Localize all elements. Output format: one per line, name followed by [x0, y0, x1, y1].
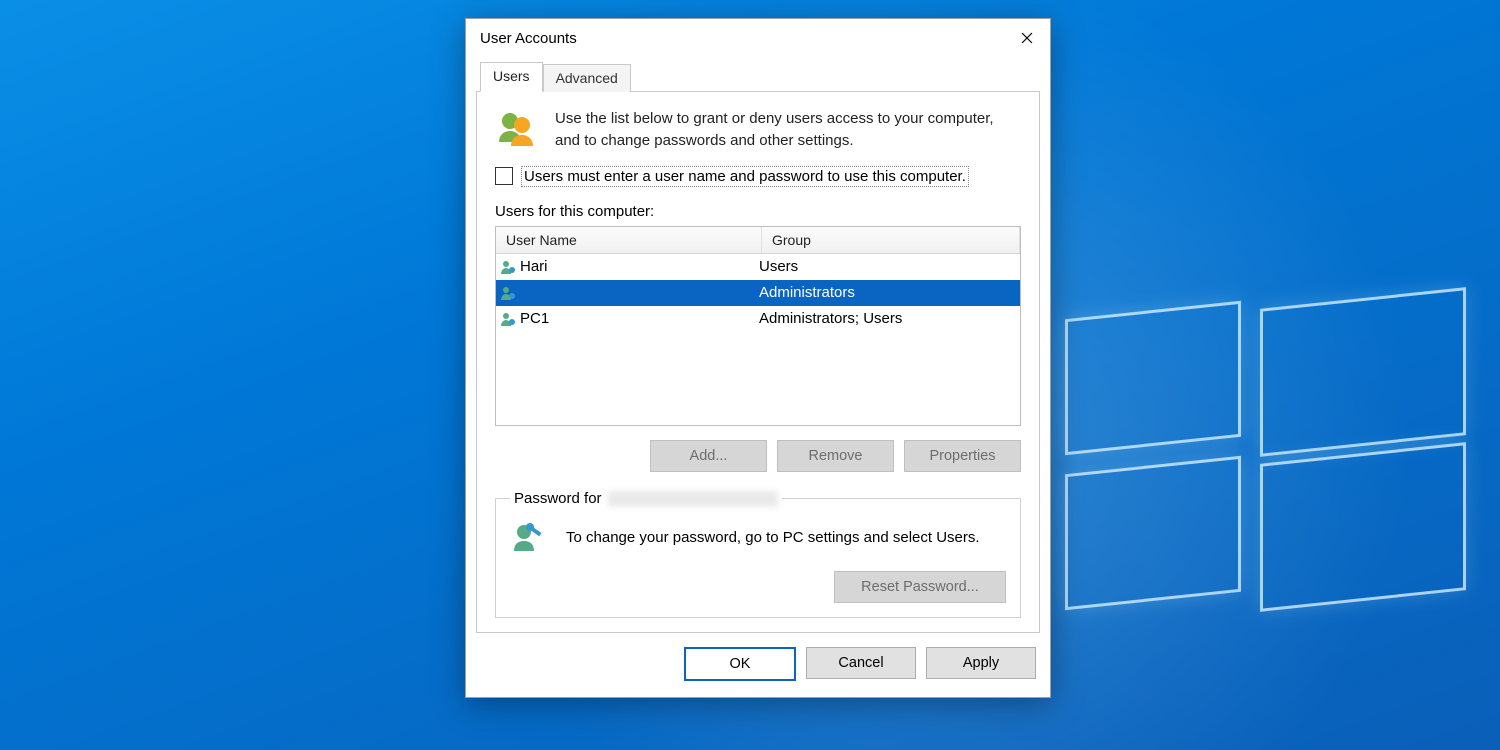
user-row-selected[interactable]: Administrators: [496, 280, 1020, 306]
user-name: PC1: [520, 310, 549, 327]
cancel-button[interactable]: Cancel: [806, 647, 916, 679]
user-accounts-dialog: User Accounts Users Advanced Use th: [465, 18, 1051, 698]
remove-button[interactable]: Remove: [777, 440, 894, 472]
redacted-username: [608, 491, 778, 507]
titlebar[interactable]: User Accounts: [466, 19, 1050, 57]
desktop-background: User Accounts Users Advanced Use th: [0, 0, 1500, 750]
add-button[interactable]: Add...: [650, 440, 767, 472]
user-icon: [500, 285, 516, 301]
apply-button[interactable]: Apply: [926, 647, 1036, 679]
user-icon: [500, 311, 516, 327]
tab-panel-users: Use the list below to grant or deny user…: [476, 91, 1040, 633]
require-password-checkbox[interactable]: [495, 167, 513, 185]
user-row[interactable]: Hari Users: [496, 254, 1020, 280]
tab-advanced[interactable]: Advanced: [543, 64, 631, 92]
password-hint: To change your password, go to PC settin…: [566, 529, 980, 546]
properties-button[interactable]: Properties: [904, 440, 1021, 472]
users-listbox[interactable]: User Name Group Hari Users: [495, 226, 1021, 426]
column-username[interactable]: User Name: [496, 227, 762, 253]
user-icon: [500, 259, 516, 275]
user-group: Administrators: [755, 284, 1020, 301]
window-title: User Accounts: [480, 30, 577, 47]
users-list-label: Users for this computer:: [495, 203, 1021, 220]
require-password-label[interactable]: Users must enter a user name and passwor…: [521, 166, 969, 187]
close-icon: [1021, 32, 1033, 44]
list-header: User Name Group: [496, 227, 1020, 254]
intro-text: Use the list below to grant or deny user…: [555, 108, 1021, 152]
user-group: Users: [755, 258, 1020, 275]
user-group: Administrators; Users: [755, 310, 1020, 327]
reset-password-button[interactable]: Reset Password...: [834, 571, 1006, 603]
ok-button[interactable]: OK: [684, 647, 796, 681]
tab-strip: Users Advanced: [476, 62, 1040, 92]
dialog-button-row: OK Cancel Apply: [466, 633, 1050, 697]
user-name: Hari: [520, 258, 548, 275]
password-group: Password for To change your password, go…: [495, 490, 1021, 618]
windows-logo-icon: [1065, 310, 1465, 610]
users-icon: [495, 108, 537, 150]
tab-users[interactable]: Users: [480, 62, 543, 92]
key-user-icon: [510, 519, 548, 557]
password-group-legend: Password for: [510, 490, 782, 507]
close-button[interactable]: [1004, 22, 1050, 54]
column-group[interactable]: Group: [762, 227, 1020, 253]
user-row[interactable]: PC1 Administrators; Users: [496, 306, 1020, 332]
